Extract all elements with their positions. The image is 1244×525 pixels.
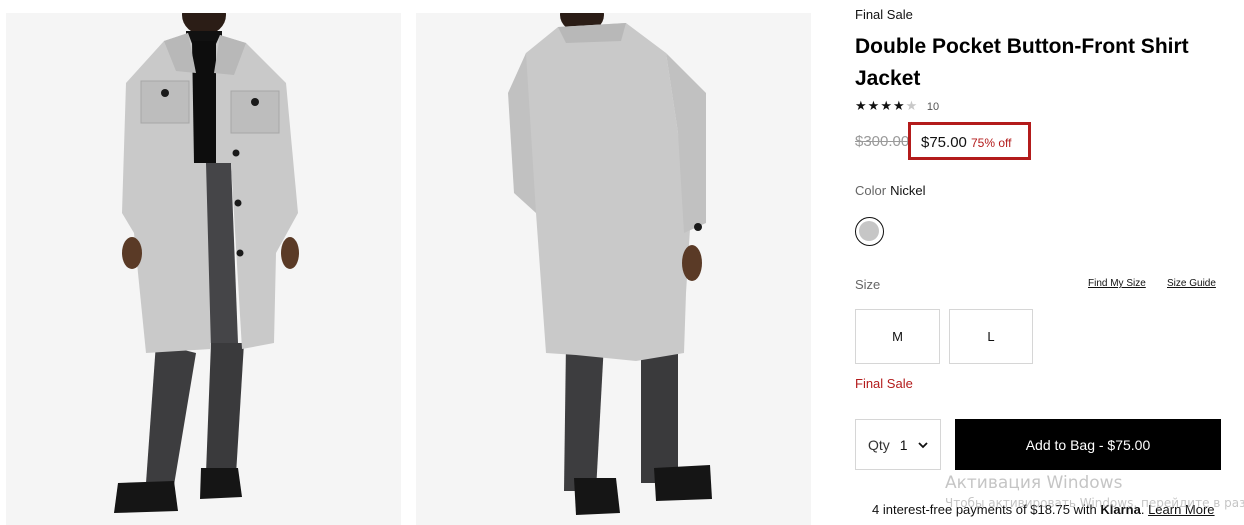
star-icon: ★ (880, 98, 893, 113)
size-option-m[interactable]: M (855, 309, 940, 364)
add-to-bag-button[interactable]: Add to Bag - $75.00 (955, 419, 1221, 470)
star-empty-icon: ★ (905, 98, 919, 113)
klarna-message: 4 interest-free payments of $18.75 with … (872, 502, 1215, 517)
size-option-l[interactable]: L (949, 309, 1033, 364)
klarna-brand: Klarna (1100, 502, 1141, 517)
chevron-down-icon (917, 441, 928, 448)
discount-label: 75% off (971, 136, 1012, 150)
final-sale-badge: Final Sale (855, 7, 913, 22)
rating[interactable]: ★★★★★ 10 (855, 98, 939, 114)
klarna-separator: . (1140, 502, 1149, 517)
original-price: $300.00 (855, 133, 910, 150)
color-label: Color Nickel (855, 183, 925, 198)
color-value: Nickel (890, 183, 926, 198)
quantity-label: Qty (868, 436, 890, 453)
product-image-back[interactable] (416, 13, 811, 525)
product-image-front[interactable] (6, 13, 401, 525)
star-icon: ★ (892, 98, 906, 113)
star-icon: ★ (855, 98, 868, 113)
current-price: $75.00 (921, 134, 967, 151)
watermark-title: Активация Windows (945, 473, 1123, 493)
quantity-value: 1 (899, 436, 908, 453)
final-sale-note: Final Sale (855, 376, 913, 391)
color-swatch-nickel (859, 221, 879, 241)
klarna-text: 4 interest-free payments of $18.75 with (872, 502, 1101, 517)
color-label-text: Color (855, 183, 887, 198)
coat-back-illustration (508, 13, 712, 515)
sale-price-highlight: $75.00 75% off (908, 122, 1031, 160)
find-my-size-link[interactable]: Find My Size (1088, 278, 1146, 289)
size-guide-link[interactable]: Size Guide (1167, 278, 1216, 289)
size-label: Size (855, 277, 881, 292)
quantity-select[interactable]: Qty 1 (855, 419, 941, 470)
review-count[interactable]: 10 (927, 101, 939, 113)
learn-more-link[interactable]: Learn More (1148, 502, 1214, 517)
product-title: Double Pocket Button-Front Shirt Jacket (855, 35, 1189, 90)
star-icon: ★ (867, 98, 881, 113)
color-swatch-selected[interactable] (855, 217, 884, 246)
coat-front-illustration (114, 13, 299, 513)
